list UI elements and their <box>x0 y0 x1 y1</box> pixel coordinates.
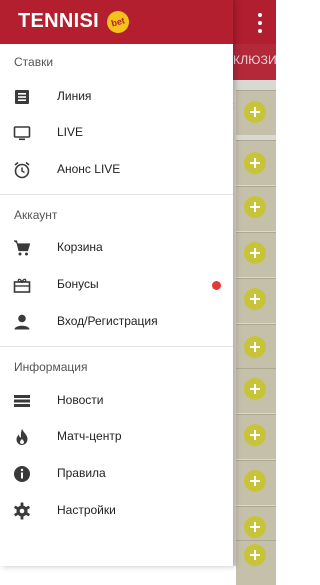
menu-item-login[interactable]: Вход/Регистрация <box>0 304 233 340</box>
add-bet-icon[interactable] <box>244 470 266 492</box>
list-icon <box>12 87 32 107</box>
menu-item-label: Правила <box>57 466 106 480</box>
add-bet-icon[interactable] <box>244 378 266 400</box>
menu-item-label: Бонусы <box>57 277 99 291</box>
menu-item-label: Настройки <box>57 503 116 517</box>
section-divider <box>0 194 233 195</box>
tv-icon <box>12 123 32 143</box>
add-bet-icon[interactable] <box>244 288 266 310</box>
menu-item-news[interactable]: Новости <box>0 383 233 419</box>
person-icon <box>12 312 32 332</box>
section-title-info: Информация <box>14 360 88 374</box>
menu-item-label: Корзина <box>57 240 103 254</box>
navigation-drawer: TENNISI bet Ставки Линия LIVE Анонс LIVE… <box>0 0 233 566</box>
section-title-bets: Ставки <box>14 55 54 69</box>
add-bet-icon[interactable] <box>244 101 266 123</box>
menu-item-label: LIVE <box>57 125 84 139</box>
section-title-account: Аккаунт <box>14 208 58 222</box>
brand-logo-text: TENNISI <box>18 10 99 32</box>
menu-item-live-announce[interactable]: Анонс LIVE <box>0 152 233 188</box>
menu-item-match-center[interactable]: Матч-центр <box>0 419 233 455</box>
fire-icon <box>12 427 32 447</box>
menu-item-label: Новости <box>57 393 104 407</box>
menu-item-label: Матч-центр <box>57 429 122 443</box>
gear-icon <box>12 501 32 521</box>
add-bet-icon[interactable] <box>244 242 266 264</box>
news-icon <box>12 391 32 411</box>
gift-icon <box>12 275 32 295</box>
menu-item-label: Вход/Регистрация <box>57 314 158 328</box>
add-bet-icon[interactable] <box>244 544 266 566</box>
add-bet-icon[interactable] <box>244 196 266 218</box>
alarm-clock-icon <box>12 160 32 180</box>
menu-item-label: Линия <box>57 89 92 103</box>
menu-item-line[interactable]: Линия <box>0 79 233 115</box>
more-vert-icon[interactable] <box>252 13 268 33</box>
add-bet-icon[interactable] <box>244 424 266 446</box>
menu-item-bonuses[interactable]: Бонусы <box>0 267 233 303</box>
menu-item-settings[interactable]: Настройки <box>0 493 233 529</box>
add-bet-icon[interactable] <box>244 516 266 538</box>
menu-item-live[interactable]: LIVE <box>0 115 233 151</box>
menu-item-label: Анонс LIVE <box>57 162 121 176</box>
category-tab-label[interactable]: КЛЮЗИВ <box>233 53 276 67</box>
add-bet-icon[interactable] <box>244 336 266 358</box>
menu-item-cart[interactable]: Корзина <box>0 230 233 266</box>
menu-item-rules[interactable]: Правила <box>0 456 233 492</box>
add-bet-icon[interactable] <box>244 152 266 174</box>
cart-icon <box>12 238 32 258</box>
notification-dot <box>212 281 221 290</box>
section-divider <box>0 346 233 347</box>
brand-logo-badge: bet <box>104 8 132 36</box>
drawer-header: TENNISI bet <box>0 0 233 44</box>
info-icon <box>12 464 32 484</box>
